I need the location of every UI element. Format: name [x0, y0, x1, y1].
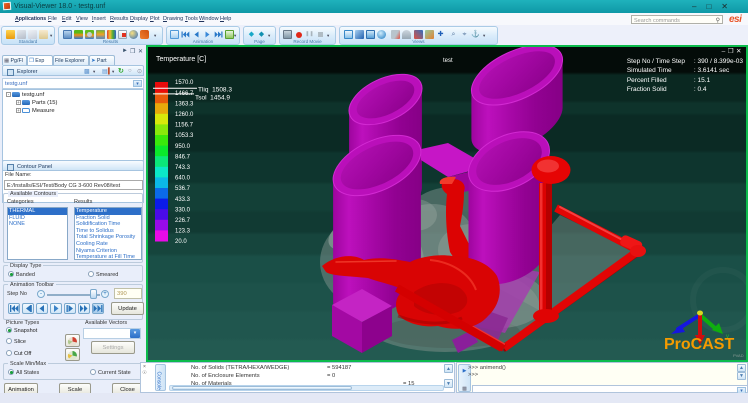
svg-text:640.0: 640.0	[175, 176, 191, 182]
svg-text:743.3: 743.3	[175, 165, 191, 171]
svg-text:1363.3: 1363.3	[175, 101, 194, 107]
svg-text:433.3: 433.3	[175, 197, 191, 203]
svg-text:846.7: 846.7	[175, 154, 191, 160]
svg-text:20.0: 20.0	[175, 239, 187, 245]
svg-text:1156.7: 1156.7	[175, 123, 194, 129]
svg-text:536.7: 536.7	[175, 186, 191, 192]
svg-text:123.3: 123.3	[175, 229, 191, 235]
svg-text:1260.0: 1260.0	[175, 112, 194, 118]
svg-text:950.0: 950.0	[175, 144, 191, 150]
svg-text:1570.0: 1570.0	[175, 80, 194, 86]
svg-text:1053.3: 1053.3	[175, 133, 194, 139]
svg-text:330.0: 330.0	[175, 207, 191, 213]
svg-text:Tsol 1454.9: Tsol 1454.9	[195, 95, 230, 102]
svg-text:226.7: 226.7	[175, 218, 191, 224]
svg-text:Tliq 1508.3: Tliq 1508.3	[198, 86, 232, 93]
